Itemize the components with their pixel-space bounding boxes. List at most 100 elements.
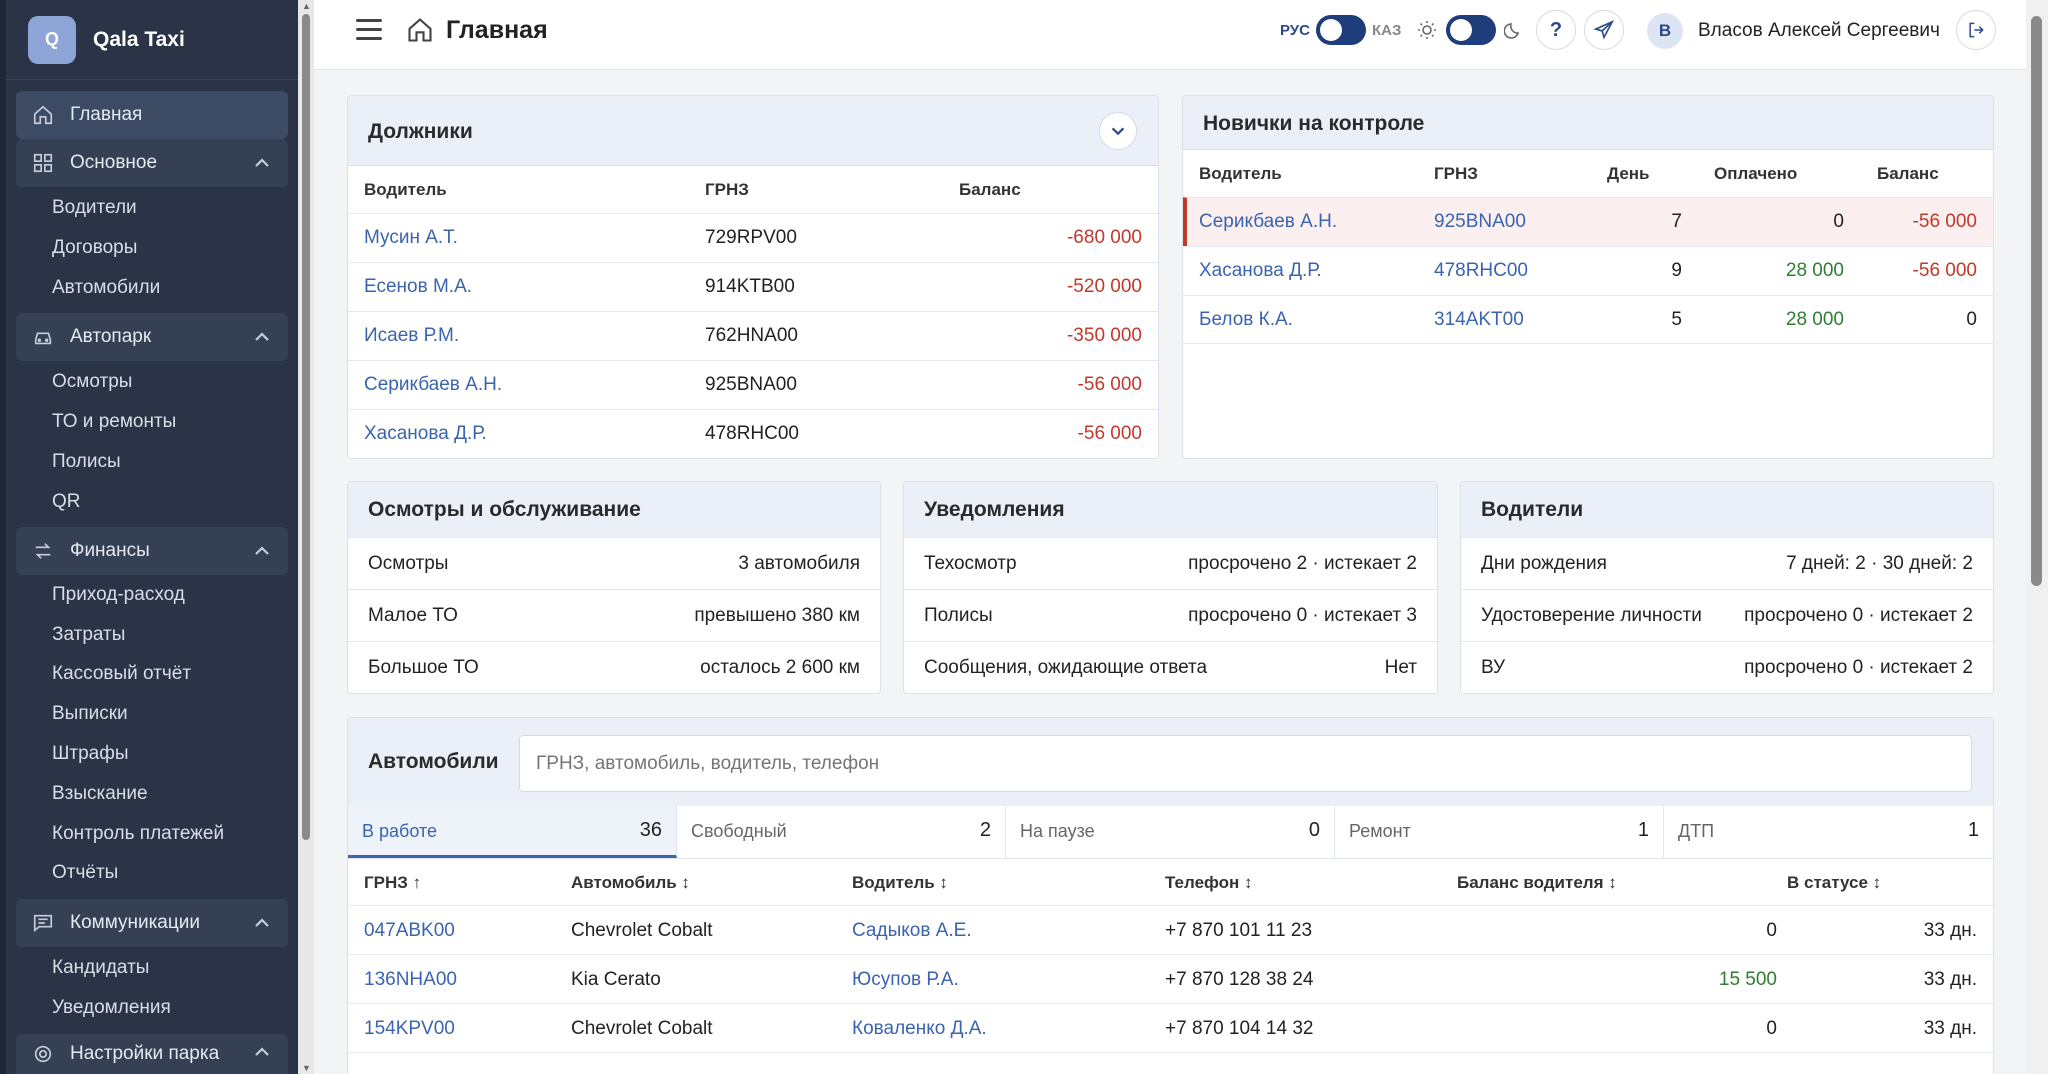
driver-link[interactable]: Серикбаев А.Н. bbox=[1199, 211, 1337, 233]
tab-in-work[interactable]: В работе 36 bbox=[348, 806, 677, 858]
table-row[interactable]: Мусин А.Т. 729RPV00 -680 000 bbox=[348, 213, 1158, 262]
driver-link[interactable]: Хасанова Д.Р. bbox=[1199, 260, 1322, 282]
sidebar-item-maintenance[interactable]: ТО и ремонты bbox=[52, 411, 176, 433]
sidebar-item-statements[interactable]: Выписки bbox=[52, 703, 128, 725]
cars-search-input[interactable] bbox=[519, 735, 1972, 792]
column-header[interactable]: Баланс bbox=[1877, 164, 1939, 184]
column-header[interactable]: Автомобиль ↕ bbox=[571, 873, 690, 893]
tab-repair[interactable]: Ремонт 1 bbox=[1335, 806, 1664, 858]
column-header[interactable]: Водитель bbox=[1199, 164, 1282, 184]
telegram-button[interactable] bbox=[1584, 10, 1624, 50]
column-header[interactable]: Баланс bbox=[959, 180, 1021, 200]
plate-link[interactable]: 154KPV00 bbox=[364, 1018, 455, 1040]
user-name[interactable]: Власов Алексей Сергеевич bbox=[1698, 20, 1940, 42]
column-header[interactable]: Водитель ↕ bbox=[852, 873, 948, 893]
table-row[interactable]: 047ABK00 Chevrolet Cobalt Садыков А.Е. +… bbox=[348, 905, 1993, 954]
sidebar-item-policies[interactable]: Полисы bbox=[52, 451, 121, 473]
plate-link[interactable]: 925BNA00 bbox=[1434, 211, 1526, 233]
sidebar-item-qr[interactable]: QR bbox=[52, 491, 81, 513]
plate-link[interactable]: 136NHA00 bbox=[364, 969, 457, 991]
collapse-button[interactable] bbox=[1099, 112, 1137, 150]
sidebar-item-contracts[interactable]: Договоры bbox=[52, 237, 137, 259]
column-header[interactable]: ГРНЗ bbox=[1434, 164, 1478, 184]
sidebar-group-fleet[interactable]: Автопарк bbox=[16, 313, 288, 361]
sidebar-item-cars[interactable]: Автомобили bbox=[52, 277, 160, 299]
plate-link[interactable]: 314AKT00 bbox=[1434, 309, 1524, 331]
theme-toggle[interactable] bbox=[1446, 15, 1496, 45]
sidebar-scrollbar-thumb[interactable] bbox=[302, 14, 310, 840]
main-scrollbar-thumb[interactable] bbox=[2031, 16, 2042, 586]
driver-link[interactable]: Исаев Р.М. bbox=[364, 325, 459, 347]
stat-row[interactable]: Большое ТО осталось 2 600 км bbox=[348, 641, 880, 693]
sidebar-item-candidates[interactable]: Кандидаты bbox=[52, 957, 149, 979]
plate-link[interactable]: 047ABK00 bbox=[364, 920, 455, 942]
stat-row[interactable]: ВУ просрочено 0 · истекает 2 bbox=[1461, 641, 1993, 693]
table-row-partial[interactable] bbox=[348, 1052, 1993, 1074]
driver-link[interactable]: Есенов М.А. bbox=[364, 276, 472, 298]
column-header[interactable]: Баланс водителя ↕ bbox=[1457, 873, 1617, 893]
sidebar-item-home[interactable]: Главная bbox=[16, 91, 288, 139]
tab-paused[interactable]: На паузе 0 bbox=[1006, 806, 1335, 858]
tab-label: Ремонт bbox=[1349, 821, 1411, 841]
logout-button[interactable] bbox=[1956, 10, 1996, 50]
sidebar-item-collection[interactable]: Взыскание bbox=[52, 783, 148, 805]
column-header[interactable]: Водитель bbox=[364, 180, 447, 200]
table-row[interactable]: 136NHA00 Kia Cerato Юсупов Р.А. +7 870 1… bbox=[348, 954, 1993, 1003]
table-row[interactable]: 154KPV00 Chevrolet Cobalt Коваленко Д.А.… bbox=[348, 1003, 1993, 1052]
table-row[interactable]: Исаев Р.М. 762HNA00 -350 000 bbox=[348, 311, 1158, 360]
sidebar-group-main[interactable]: Основное bbox=[16, 139, 288, 187]
menu-toggle-button[interactable] bbox=[356, 19, 384, 43]
tab-free[interactable]: Свободный 2 bbox=[677, 806, 1006, 858]
column-header[interactable]: ГРНЗ bbox=[705, 180, 749, 200]
stat-row[interactable]: Малое ТО превышено 380 км bbox=[348, 589, 880, 641]
column-header[interactable]: День bbox=[1607, 164, 1650, 184]
sidebar-group-finance[interactable]: Финансы bbox=[16, 527, 288, 575]
help-button[interactable]: ? bbox=[1536, 10, 1576, 50]
table-row-highlighted[interactable]: Серикбаев А.Н. 925BNA00 7 0 -56 000 bbox=[1183, 197, 1993, 246]
driver-link[interactable]: Мусин А.Т. bbox=[364, 227, 458, 249]
stat-row[interactable]: Сообщения, ожидающие ответа Нет bbox=[904, 641, 1437, 693]
sidebar-item-cash-report[interactable]: Кассовый отчёт bbox=[52, 663, 191, 685]
sidebar-item-label: Главная bbox=[70, 104, 143, 125]
lang-kz-label[interactable]: КАЗ bbox=[1372, 22, 1401, 39]
column-header[interactable]: В статусе ↕ bbox=[1787, 873, 1881, 893]
avatar[interactable]: В bbox=[1647, 13, 1683, 49]
column-header[interactable]: Телефон ↕ bbox=[1165, 873, 1253, 893]
stat-row[interactable]: Полисы просрочено 0 · истекает 3 bbox=[904, 589, 1437, 641]
language-toggle[interactable] bbox=[1316, 15, 1366, 45]
sidebar-item-reports[interactable]: Отчёты bbox=[52, 862, 118, 884]
stat-row[interactable]: Техосмотр просрочено 2 · истекает 2 bbox=[904, 537, 1437, 589]
driver-link[interactable]: Коваленко Д.А. bbox=[852, 1018, 987, 1040]
table-row[interactable]: Хасанова Д.Р. 478RHC00 -56 000 bbox=[348, 409, 1158, 458]
sidebar-item-income-expense[interactable]: Приход-расход bbox=[52, 584, 185, 606]
scroll-up-icon[interactable]: ▲ bbox=[302, 2, 311, 11]
sidebar-item-notifications[interactable]: Уведомления bbox=[52, 997, 171, 1019]
column-header[interactable]: Оплачено bbox=[1714, 164, 1797, 184]
sidebar-group-park-settings[interactable]: Настройки парка bbox=[16, 1034, 288, 1074]
driver-link[interactable]: Хасанова Д.Р. bbox=[364, 423, 487, 445]
driver-link[interactable]: Юсупов Р.А. bbox=[852, 969, 959, 991]
stat-row[interactable]: Удостоверение личности просрочено 0 · ис… bbox=[1461, 589, 1993, 641]
sidebar-item-costs[interactable]: Затраты bbox=[52, 624, 125, 646]
brand[interactable]: Q Qala Taxi bbox=[6, 0, 298, 80]
table-row[interactable]: Серикбаев А.Н. 925BNA00 -56 000 bbox=[348, 360, 1158, 409]
driver-link[interactable]: Белов К.А. bbox=[1199, 309, 1293, 331]
sidebar-item-inspections[interactable]: Осмотры bbox=[52, 371, 132, 393]
lang-ru-label[interactable]: РУС bbox=[1280, 22, 1310, 39]
stat-row[interactable]: Дни рождения 7 дней: 2 · 30 дней: 2 bbox=[1461, 537, 1993, 589]
sidebar-item-fines[interactable]: Штрафы bbox=[52, 743, 129, 765]
sidebar-item-payment-control[interactable]: Контроль платежей bbox=[52, 823, 224, 845]
table-row[interactable]: Белов К.А. 314AKT00 5 28 000 0 bbox=[1183, 295, 1993, 344]
sidebar-item-drivers[interactable]: Водители bbox=[52, 197, 137, 219]
driver-link[interactable]: Серикбаев А.Н. bbox=[364, 374, 502, 396]
tab-accident[interactable]: ДТП 1 bbox=[1664, 806, 1993, 858]
stat-row[interactable]: Осмотры 3 автомобиля bbox=[348, 537, 880, 589]
scroll-down-icon[interactable]: ▼ bbox=[302, 1064, 311, 1073]
table-row[interactable]: Есенов М.А. 914KTB00 -520 000 bbox=[348, 262, 1158, 311]
column-header[interactable]: ГРНЗ ↑ bbox=[364, 873, 421, 893]
driver-link[interactable]: Садыков А.Е. bbox=[852, 920, 972, 942]
plate-link[interactable]: 478RHC00 bbox=[1434, 260, 1528, 282]
status-duration-cell: 33 дн. bbox=[1923, 920, 1977, 941]
table-row[interactable]: Хасанова Д.Р. 478RHC00 9 28 000 -56 000 bbox=[1183, 246, 1993, 295]
sidebar-group-communications[interactable]: Коммуникации bbox=[16, 899, 288, 947]
